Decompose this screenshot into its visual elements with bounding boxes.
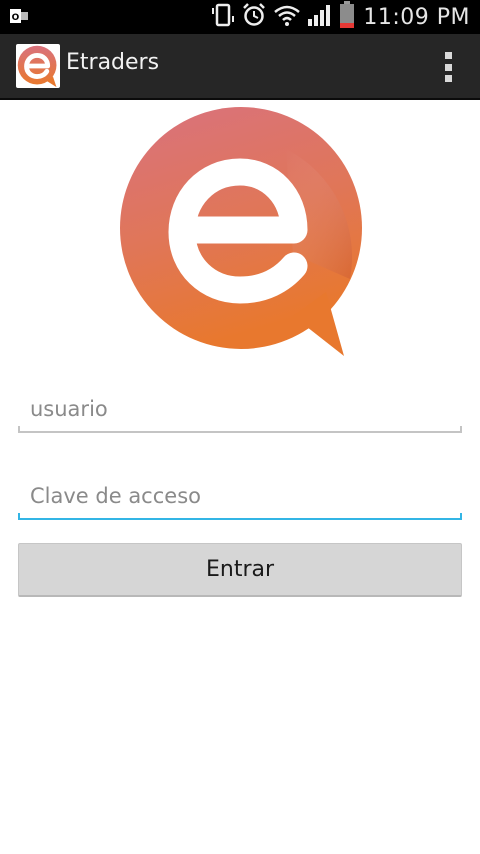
enter-button[interactable]: Entrar	[18, 543, 462, 597]
status-bar: O 11:09 PM	[0, 0, 480, 34]
overflow-menu-icon[interactable]	[442, 52, 454, 82]
svg-text:O: O	[12, 13, 20, 23]
password-input[interactable]	[18, 476, 462, 516]
clock: 11:09 PM	[363, 4, 470, 30]
vibrate-icon	[211, 2, 235, 32]
username-field[interactable]	[18, 389, 462, 433]
app-title: Etraders	[66, 50, 160, 75]
wifi-icon	[273, 3, 301, 31]
alarm-icon	[241, 2, 267, 32]
etraders-logo	[118, 104, 366, 356]
outlook-mail-icon: O	[10, 7, 28, 29]
action-bar: Etraders	[0, 34, 480, 100]
username-input[interactable]	[18, 389, 462, 429]
battery-icon	[339, 1, 355, 33]
etraders-logo-icon[interactable]	[16, 44, 60, 88]
signal-icon	[307, 3, 333, 31]
password-underline	[18, 513, 462, 520]
username-underline	[18, 426, 462, 433]
password-field[interactable]	[18, 476, 462, 520]
status-icons: 11:09 PM	[211, 0, 470, 34]
